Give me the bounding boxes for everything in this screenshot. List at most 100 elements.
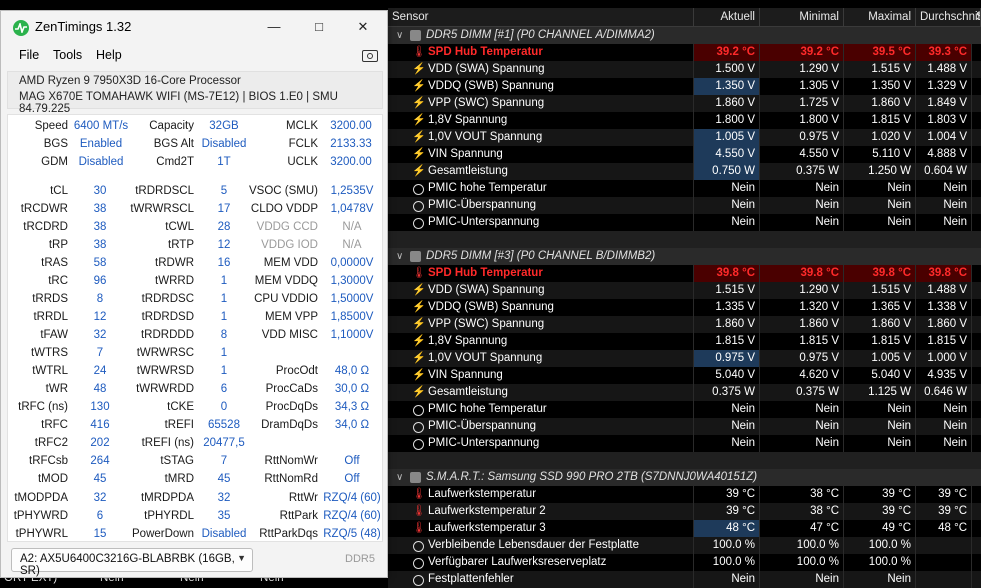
setting-label: BGS Alt bbox=[153, 138, 194, 150]
sensor-name: Laufwerkstemperatur 3 bbox=[426, 520, 694, 537]
sensor-value-avg: 1.338 V bbox=[916, 299, 972, 316]
timing-label: tPHYRDL bbox=[144, 509, 194, 522]
timing-label: tREFI bbox=[164, 419, 194, 432]
timing-value: 38 bbox=[93, 221, 107, 234]
sensor-value-min: 47 °C bbox=[760, 520, 844, 537]
chevron-down-icon[interactable]: ∨ bbox=[396, 27, 403, 44]
board-info: MAG X670E TOMAHAWK WIFI (MS-7E12) | BIOS… bbox=[19, 91, 338, 115]
sensor-row[interactable]: PMIC-Unterspannung Nein Nein Nein Nein bbox=[388, 435, 981, 452]
sensor-group-header[interactable]: ∨ S.M.A.R.T.: Samsung SSD 990 PRO 2TB (S7… bbox=[388, 469, 981, 486]
voltage-value: Off bbox=[344, 455, 360, 468]
voltage-bolt-icon: ⚡ bbox=[412, 335, 426, 347]
column-header-2[interactable]: Minimal bbox=[760, 8, 844, 26]
sensor-value-min: 1.725 V bbox=[760, 95, 844, 112]
sensor-row[interactable]: ⚡ Gesamtleistung 0.375 W 0.375 W 1.125 W 0.64… bbox=[388, 384, 981, 401]
menu-help[interactable]: Help bbox=[96, 48, 122, 62]
sensor-row[interactable]: PMIC-Überspannung Nein Nein Nein Nein bbox=[388, 197, 981, 214]
timing-value: 8 bbox=[96, 293, 104, 306]
column-header-1[interactable]: Aktuell bbox=[694, 8, 760, 26]
timing-label: tMOD bbox=[37, 473, 68, 486]
sensor-row[interactable]: ⚡ VPP (SWC) Spannung 1.860 V 1.860 V 1.860 V… bbox=[388, 316, 981, 333]
sensor-name: PMIC-Überspannung bbox=[426, 418, 694, 435]
sensor-row[interactable]: ⚡ Gesamtleistung 0.750 W 0.375 W 1.250 W 0.60… bbox=[388, 163, 981, 180]
sensor-name: 1,8V Spannung bbox=[426, 333, 694, 350]
sensor-row[interactable]: PMIC-Überspannung Nein Nein Nein Nein bbox=[388, 418, 981, 435]
menu-tools[interactable]: Tools bbox=[53, 48, 82, 62]
sensor-value-avg: 4.935 V bbox=[916, 367, 972, 384]
sensor-value-max: 5.110 V bbox=[844, 146, 916, 163]
sensor-row[interactable]: ⚡ 1,0V VOUT Spannung 0.975 V 0.975 V 1.005 V… bbox=[388, 350, 981, 367]
sensor-row[interactable]: PMIC hohe Temperatur Nein Nein Nein Nein bbox=[388, 401, 981, 418]
sensor-row[interactable]: ⚡ 1,8V Spannung 1.800 V 1.800 V 1.815 V 1.803… bbox=[388, 112, 981, 129]
dimm-select[interactable]: A2: AX5U6400C3216G-BLABRBK (16GB, SR) ▼ bbox=[11, 548, 253, 577]
sensor-row[interactable]: ⚡ 1,8V Spannung 1.815 V 1.815 V 1.815 V 1.815… bbox=[388, 333, 981, 350]
setting-label: GDM bbox=[41, 156, 68, 168]
sensor-group-header[interactable]: ∨ DDR5 DIMM [#3] (P0 CHANNEL B/DIMMB2) bbox=[388, 248, 981, 265]
sensor-group-header[interactable]: ∨ DDR5 DIMM [#1] (P0 CHANNEL A/DIMMA2) bbox=[388, 27, 981, 44]
sensor-name: Verbleibende Lebensdauer der Festplatte bbox=[426, 537, 694, 554]
sensor-value-min: 1.800 V bbox=[760, 112, 844, 129]
minimize-button[interactable]: — bbox=[259, 17, 289, 37]
voltage-bolt-icon: ⚡ bbox=[412, 301, 426, 313]
menu-bar: File Tools Help bbox=[1, 44, 387, 68]
sensor-row[interactable]: 🌡 SPD Hub Temperatur 39.8 °C 39.8 °C 39.8 °C… bbox=[388, 265, 981, 282]
close-button[interactable]: ✕ bbox=[348, 17, 378, 37]
timing-label: tRDRDDD bbox=[140, 329, 194, 342]
sensor-value-cur: Nein bbox=[694, 435, 760, 452]
sensor-value-min: 1.860 V bbox=[760, 316, 844, 333]
maximize-button[interactable]: □ bbox=[304, 17, 334, 37]
voltage-bolt-icon: ⚡ bbox=[412, 352, 426, 364]
sensor-row[interactable]: ⚡ VIN Spannung 4.550 V 4.550 V 5.110 V 4.888 … bbox=[388, 146, 981, 163]
sensor-row[interactable]: 🌡 Laufwerkstemperatur 3 48 °C 47 °C 49 °C 48 … bbox=[388, 520, 981, 537]
memory-module-icon bbox=[410, 30, 421, 41]
sensor-value-cur: 48 °C bbox=[694, 520, 760, 537]
sensor-row[interactable]: ⚡ VPP (SWC) Spannung 1.860 V 1.725 V 1.860 V… bbox=[388, 95, 981, 112]
menu-file[interactable]: File bbox=[19, 48, 39, 62]
thermometer-icon: 🌡 bbox=[412, 522, 426, 534]
title-bar[interactable]: ZenTimings 1.32 — □ ✕ bbox=[1, 11, 387, 43]
sensor-value-max: 1.125 W bbox=[844, 384, 916, 401]
sensor-row[interactable]: 🌡 Laufwerkstemperatur 2 39 °C 38 °C 39 °C 39 … bbox=[388, 503, 981, 520]
voltage-label: RttNomWr bbox=[264, 455, 318, 468]
sensor-value-max: 1.515 V bbox=[844, 282, 916, 299]
chevron-down-icon[interactable]: ∨ bbox=[396, 469, 403, 486]
sensor-row[interactable]: ⚡ 1,0V VOUT Spannung 1.005 V 0.975 V 1.020 V… bbox=[388, 129, 981, 146]
sensor-table-body[interactable]: ∨ DDR5 DIMM [#1] (P0 CHANNEL A/DIMMA2) 🌡 SP… bbox=[388, 27, 981, 588]
sensor-value-max: 1.815 V bbox=[844, 333, 916, 350]
sensor-name: PMIC-Unterspannung bbox=[426, 214, 694, 231]
column-header-5[interactable]: S bbox=[972, 8, 981, 26]
sensor-value-min: 0.975 V bbox=[760, 129, 844, 146]
timing-value: 38 bbox=[93, 203, 107, 216]
column-header-0[interactable]: Sensor bbox=[388, 8, 694, 26]
sensor-name: VPP (SWC) Spannung bbox=[426, 95, 694, 112]
sensor-row[interactable]: ⚡ VDDQ (SWB) Spannung 1.350 V 1.305 V 1.350 … bbox=[388, 78, 981, 95]
voltage-label: CPU VDDIO bbox=[254, 293, 318, 306]
voltage-bolt-icon: ⚡ bbox=[412, 114, 426, 126]
sensor-value-cur: Nein bbox=[694, 401, 760, 418]
sensor-value-min: 1.815 V bbox=[760, 333, 844, 350]
sensor-row[interactable]: Festplattenfehler Nein Nein Nein bbox=[388, 571, 981, 588]
sensor-row[interactable]: 🌡 Laufwerkstemperatur 39 °C 38 °C 39 °C 39 °C bbox=[388, 486, 981, 503]
sensor-row[interactable]: ⚡ VIN Spannung 5.040 V 4.620 V 5.040 V 4.935 … bbox=[388, 367, 981, 384]
sensor-row[interactable]: Verfügbarer Laufwerksreserveplatz 100.0 %… bbox=[388, 554, 981, 571]
sensor-name: Festplattenfehler bbox=[426, 571, 694, 588]
chevron-down-icon[interactable]: ∨ bbox=[396, 248, 403, 265]
sensor-row[interactable]: Verbleibende Lebensdauer der Festplatte 1… bbox=[388, 537, 981, 554]
screenshot-camera-icon[interactable] bbox=[362, 50, 378, 62]
status-circle-icon bbox=[413, 184, 424, 195]
timing-label: tRRDS bbox=[32, 293, 68, 306]
sensor-value-avg: 4.888 V bbox=[916, 146, 972, 163]
sensor-row[interactable]: ⚡ VDDQ (SWB) Spannung 1.335 V 1.320 V 1.365 … bbox=[388, 299, 981, 316]
sensor-row[interactable]: PMIC hohe Temperatur Nein Nein Nein Nein bbox=[388, 180, 981, 197]
voltage-label: RttNomRd bbox=[264, 473, 318, 486]
sensor-value-avg: 1.849 V bbox=[916, 95, 972, 112]
timing-label: tRDRDSC bbox=[141, 293, 194, 306]
sensor-row[interactable]: PMIC-Unterspannung Nein Nein Nein Nein bbox=[388, 214, 981, 231]
sensor-value-cur: 1.815 V bbox=[694, 333, 760, 350]
voltage-value: 1,8500V bbox=[330, 311, 374, 324]
sensor-row[interactable]: 🌡 SPD Hub Temperatur 39.2 °C 39.2 °C 39.5 °C… bbox=[388, 44, 981, 61]
column-header-3[interactable]: Maximal bbox=[844, 8, 916, 26]
sensor-value-cur: Nein bbox=[694, 180, 760, 197]
sensor-row[interactable]: ⚡ VDD (SWA) Spannung 1.515 V 1.290 V 1.515 V… bbox=[388, 282, 981, 299]
sensor-row[interactable]: ⚡ VDD (SWA) Spannung 1.500 V 1.290 V 1.515 V… bbox=[388, 61, 981, 78]
